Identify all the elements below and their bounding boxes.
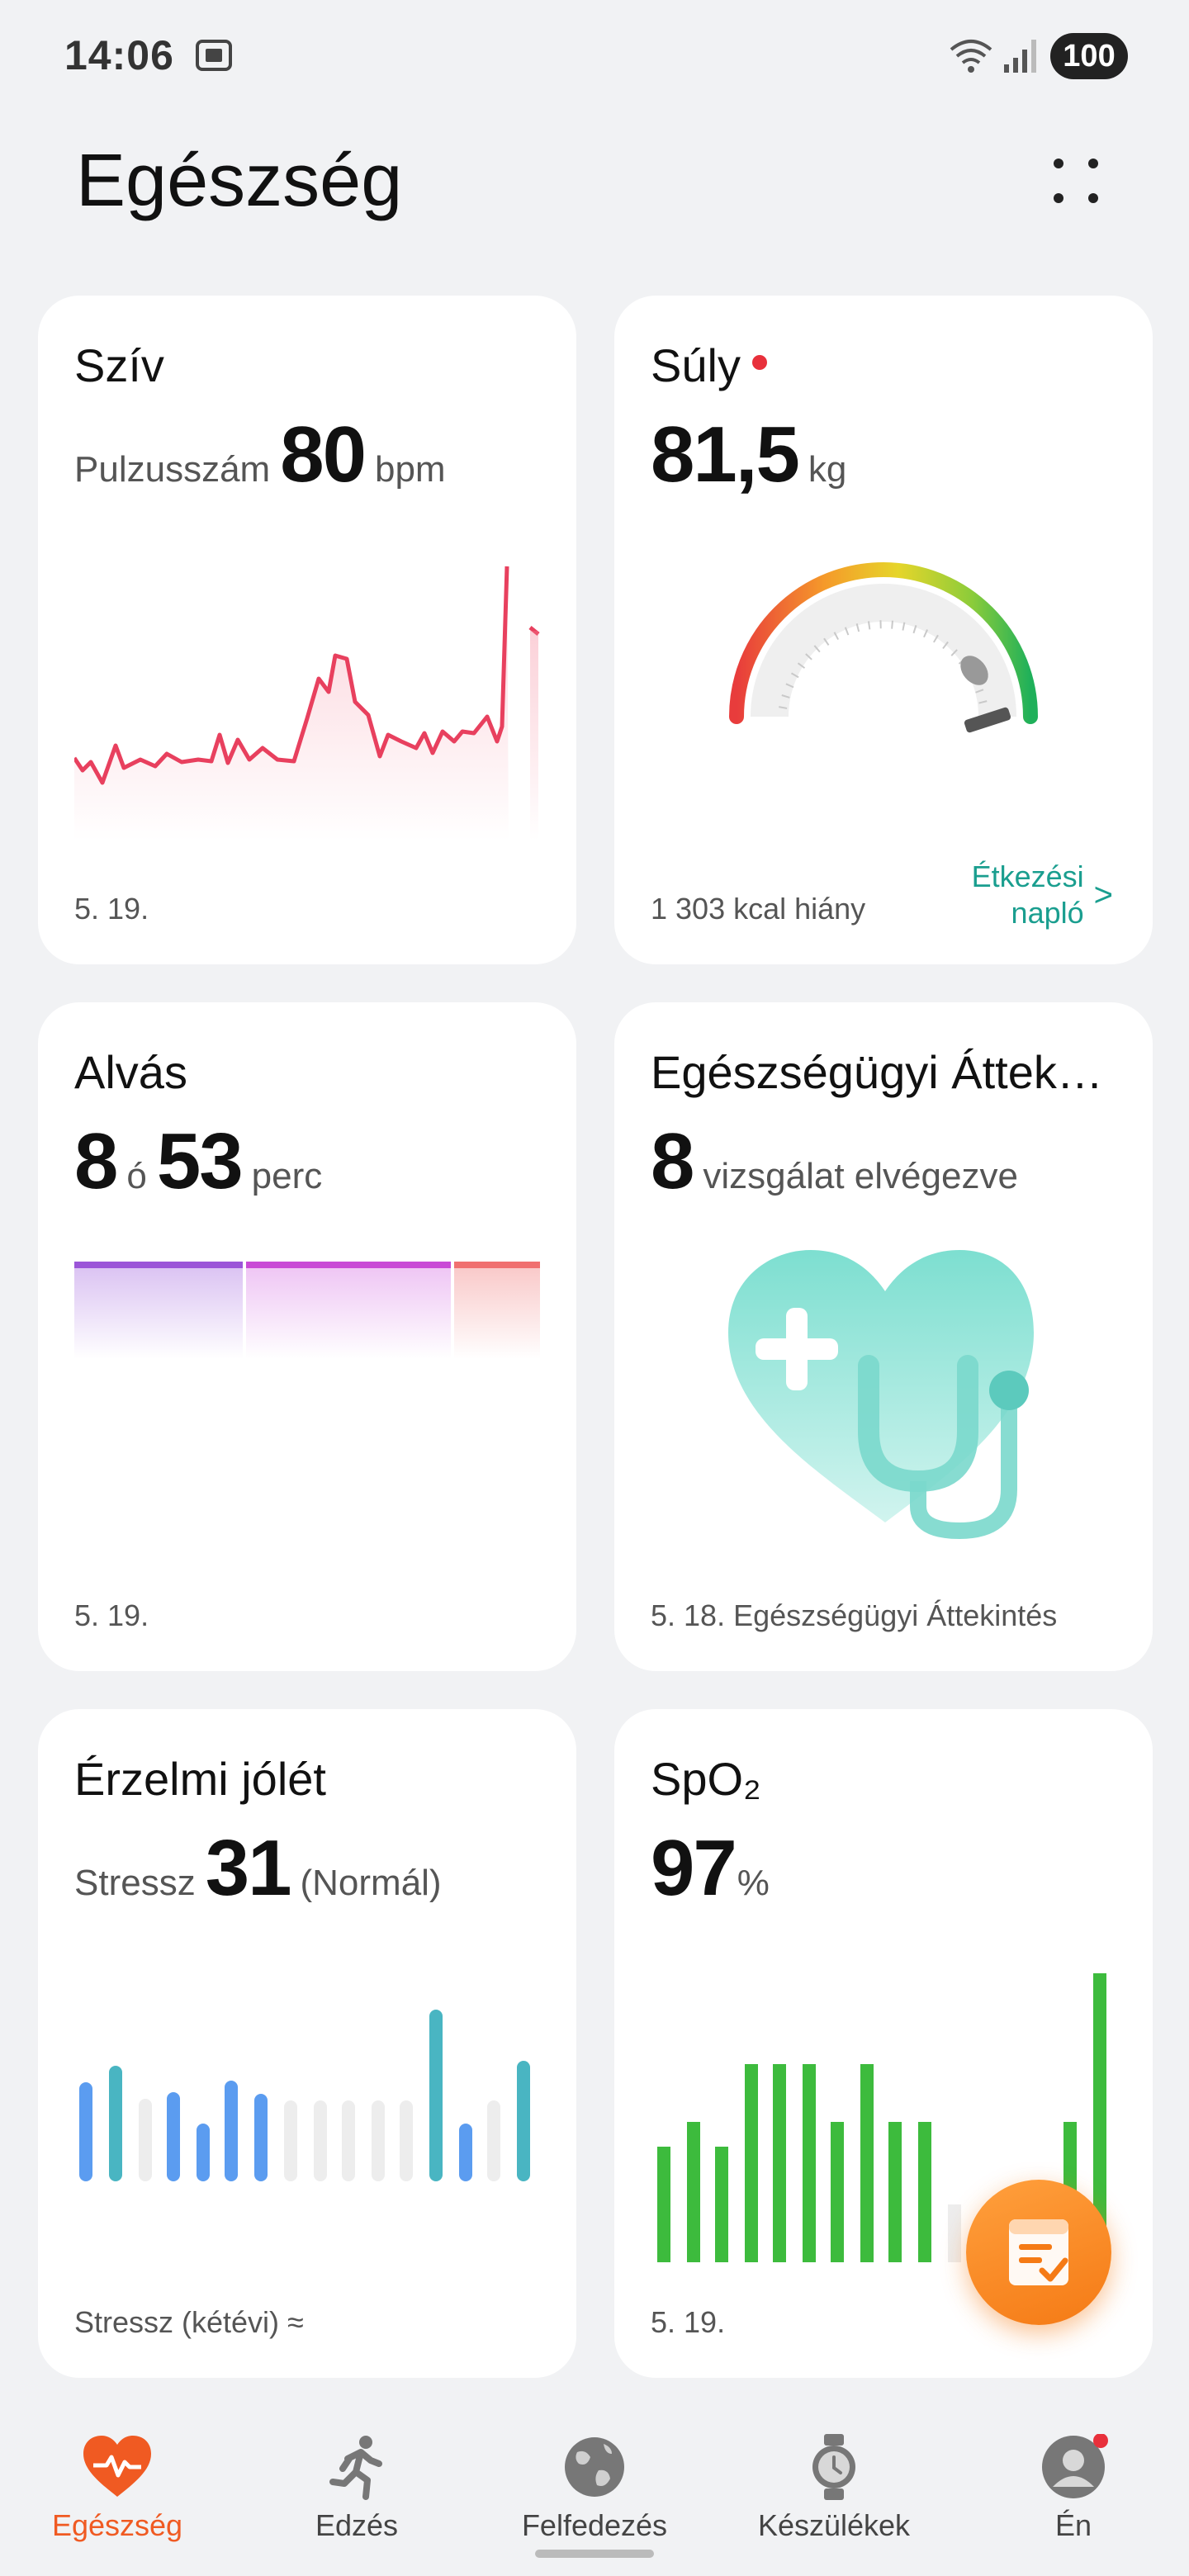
stress-footer: Stressz (kétévi) ≈ xyxy=(74,2305,304,2339)
chevron-right-icon: > xyxy=(1093,877,1113,913)
stress-status: (Normál) xyxy=(300,1863,442,1903)
sleep-chart xyxy=(74,1262,540,1359)
overview-footer: 5. 18. Egészségügyi Áttekintés xyxy=(651,1598,1058,1632)
record-fab[interactable] xyxy=(966,2180,1111,2325)
health-overview-card[interactable]: Egészségügyi Áttek… 8 vizsgálat elvégezv… xyxy=(614,1002,1153,1671)
heart-value: 80 xyxy=(280,410,367,499)
more-grid-icon[interactable] xyxy=(1047,152,1105,210)
sleep-minutes-unit: perc xyxy=(251,1156,323,1196)
sleep-hours: 8 xyxy=(74,1117,118,1205)
weight-card-title: Súly xyxy=(651,339,741,391)
meal-log-label: Étkezési napló xyxy=(971,859,1084,930)
globe-icon xyxy=(565,2437,624,2497)
sleep-hours-unit: ó xyxy=(126,1156,147,1196)
stress-value: 31 xyxy=(205,1824,292,1912)
overview-value: 8 xyxy=(651,1117,694,1205)
nav-item-discover[interactable]: Felfedezés xyxy=(495,2411,694,2543)
heart-card[interactable]: Szív Pulzusszám 80 bpm 5. 19. xyxy=(38,296,576,964)
spo2-card-title: SpO₂ xyxy=(651,1753,761,1805)
nav-item-me[interactable]: Én xyxy=(974,2411,1172,2543)
heart-card-title: Szív xyxy=(74,339,164,391)
heart-rate-chart xyxy=(74,566,540,841)
weight-value: 81,5 xyxy=(651,410,800,499)
emotion-card-title: Érzelmi jólét xyxy=(74,1753,326,1805)
meal-log-link[interactable]: Étkezési napló > xyxy=(960,859,1113,931)
status-time: 14:06 xyxy=(64,32,174,78)
overview-card-title: Egészségügyi Áttek… xyxy=(651,1046,1103,1098)
sleep-date: 5. 19. xyxy=(74,1598,149,1632)
overview-label: vizsgálat elvégezve xyxy=(703,1156,1018,1196)
sleep-minutes: 53 xyxy=(156,1117,244,1205)
emotional-wellbeing-card[interactable]: Érzelmi jólét Stressz 31 (Normál) Stress… xyxy=(38,1709,576,2378)
stress-label: Stressz xyxy=(74,1863,196,1903)
nav-label-me: Én xyxy=(1054,2508,1092,2542)
weight-gauge xyxy=(729,562,1038,733)
nav-label-discover: Felfedezés xyxy=(521,2508,668,2542)
nav-label-health: Egészség xyxy=(51,2508,183,2542)
nav-label-workout: Edzés xyxy=(315,2508,399,2542)
nav-label-devices: Készülékek xyxy=(757,2508,911,2542)
wifi-icon xyxy=(950,40,992,73)
heart-pulse-icon xyxy=(83,2436,151,2497)
nav-item-devices[interactable]: Készülékek xyxy=(735,2411,933,2543)
watch-icon xyxy=(812,2434,855,2500)
battery-indicator: 100 xyxy=(1050,33,1128,79)
signal-icon xyxy=(1004,40,1036,73)
screenshot-icon xyxy=(196,40,232,71)
heart-metric-label: Pulzusszám xyxy=(74,449,271,490)
nav-item-health[interactable]: Egészség xyxy=(18,2411,216,2543)
weight-unit: kg xyxy=(808,449,847,490)
heart-unit: bpm xyxy=(374,449,446,490)
spo2-value: 97 xyxy=(651,1824,737,1912)
spo2-date: 5. 19. xyxy=(651,2305,726,2339)
spo2-unit: % xyxy=(737,1863,770,1903)
stress-chart xyxy=(79,2010,530,2181)
home-indicator xyxy=(535,2550,654,2558)
checklist-icon xyxy=(1009,2219,1068,2285)
page-title: Egészség xyxy=(76,140,403,222)
weight-card-title-wrap: Súly xyxy=(651,339,767,392)
sleep-card[interactable]: Alvás 8 ó 53 perc 5. 19. xyxy=(38,1002,576,1671)
running-icon xyxy=(329,2436,382,2500)
profile-icon xyxy=(1042,2434,1108,2498)
notification-dot xyxy=(751,355,767,371)
weight-footer: 1 303 kcal hiány xyxy=(651,892,866,926)
heart-date: 5. 19. xyxy=(74,892,149,926)
weight-card[interactable]: Súly 81,5 kg 1 303 kcal hiány Étkezési n… xyxy=(614,296,1153,964)
nav-item-workout[interactable]: Edzés xyxy=(258,2411,456,2543)
sleep-card-title: Alvás xyxy=(74,1046,187,1098)
heart-stethoscope-icon xyxy=(728,1250,1034,1539)
